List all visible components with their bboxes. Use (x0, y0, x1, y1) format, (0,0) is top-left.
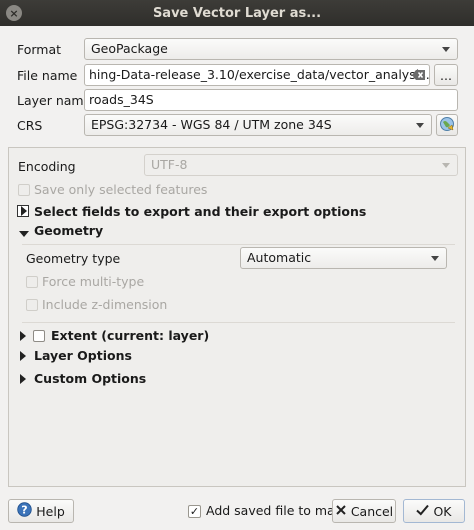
crs-label: CRS (17, 118, 43, 133)
geometry-section-label[interactable]: Geometry (34, 223, 103, 238)
chevron-right-icon (21, 206, 27, 216)
expand-fields-toggle[interactable] (17, 205, 29, 217)
filename-row: File name hing-Data-release_3.10/exercis… (0, 64, 474, 88)
encoding-select[interactable]: UTF-8 (144, 154, 458, 176)
encoding-value: UTF-8 (151, 157, 188, 172)
browse-label: ... (440, 67, 452, 83)
globe-icon (439, 116, 455, 135)
geometry-divider (22, 244, 455, 245)
chevron-down-icon (442, 47, 450, 52)
cancel-icon (335, 504, 347, 519)
force-multi-checkbox[interactable] (26, 276, 38, 288)
chevron-down-icon[interactable] (19, 231, 29, 237)
checkmark-icon: ✓ (189, 505, 200, 518)
help-label: Help (36, 503, 65, 519)
ok-check-icon (416, 504, 430, 519)
window-title: Save Vector Layer as... (152, 5, 322, 21)
encoding-label: Encoding (18, 159, 76, 174)
title-bar: × Save Vector Layer as... (0, 0, 474, 26)
chevron-down-icon (416, 123, 424, 128)
format-select[interactable]: GeoPackage (84, 38, 458, 60)
layername-value: roads_34S (89, 92, 154, 107)
filename-input[interactable]: hing-Data-release_3.10/exercise_data/vec… (84, 64, 430, 86)
format-row: Format GeoPackage (0, 38, 474, 62)
layername-row: Layer name roads_34S (0, 89, 474, 113)
save-selected-checkbox[interactable] (18, 184, 30, 196)
force-multi-label: Force multi-type (42, 274, 145, 289)
select-fields-label[interactable]: Select fields to export and their export… (34, 204, 366, 219)
geometry-type-value: Automatic (247, 250, 312, 265)
clear-icon[interactable] (412, 69, 426, 81)
extent-checkbox[interactable] (33, 330, 45, 342)
geometry-bottom-divider (22, 322, 455, 323)
format-value: GeoPackage (91, 41, 168, 56)
extent-label[interactable]: Extent (current: layer) (51, 328, 209, 343)
cancel-label: Cancel (350, 503, 394, 519)
layername-label: Layer name (17, 93, 92, 108)
add-saved-label: Add saved file to map (206, 503, 343, 518)
ok-label: OK (433, 503, 452, 519)
layer-options-label[interactable]: Layer Options (34, 348, 132, 363)
filename-label: File name (17, 68, 78, 83)
options-panel: Encoding UTF-8 Save only selected featur… (8, 147, 466, 487)
crs-row: CRS EPSG:32734 - WGS 84 / UTM zone 34S (0, 114, 474, 138)
crs-select[interactable]: EPSG:32734 - WGS 84 / UTM zone 34S (84, 114, 432, 136)
geometry-type-select[interactable]: Automatic (240, 247, 447, 269)
save-selected-label: Save only selected features (34, 182, 208, 197)
add-saved-checkbox[interactable]: ✓ (188, 505, 201, 518)
include-z-label: Include z-dimension (42, 297, 168, 312)
crs-value: EPSG:32734 - WGS 84 / UTM zone 34S (91, 117, 332, 132)
filename-value: hing-Data-release_3.10/exercise_data/vec… (89, 67, 430, 82)
include-z-checkbox[interactable] (26, 299, 38, 311)
format-label: Format (17, 42, 62, 57)
chevron-down-icon (431, 256, 439, 261)
chevron-right-icon[interactable] (20, 374, 26, 384)
browse-button[interactable]: ... (434, 64, 458, 86)
chevron-right-icon[interactable] (20, 351, 26, 361)
chevron-right-icon[interactable] (20, 331, 26, 341)
cancel-button[interactable]: Cancel (332, 499, 396, 523)
svg-text:?: ? (22, 503, 28, 516)
chevron-down-icon (442, 163, 450, 168)
crs-selector-button[interactable] (436, 114, 458, 136)
geometry-type-label: Geometry type (26, 251, 121, 266)
help-button[interactable]: ? Help (8, 499, 74, 523)
help-icon: ? (17, 502, 32, 520)
layername-input[interactable]: roads_34S (84, 89, 458, 111)
custom-options-label[interactable]: Custom Options (34, 371, 146, 386)
window-close-icon[interactable]: × (6, 5, 22, 21)
ok-button[interactable]: OK (403, 499, 465, 523)
